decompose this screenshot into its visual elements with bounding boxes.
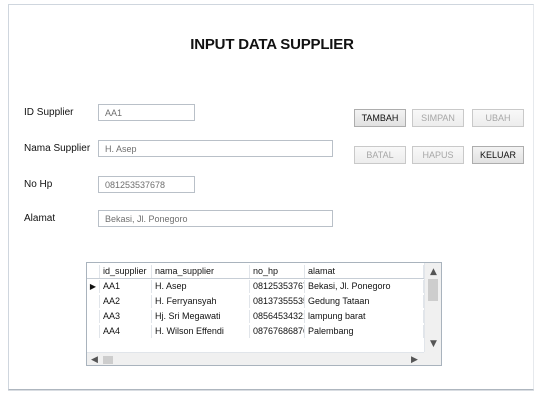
- table-cell[interactable]: H. Wilson Effendi: [152, 325, 250, 338]
- vertical-scroll-thumb[interactable]: [428, 279, 438, 301]
- table-cell[interactable]: 085645343219: [250, 310, 305, 323]
- table-header-row: id_supplier nama_supplier no_hp alamat: [87, 265, 424, 279]
- horizontal-scrollbar[interactable]: ◀ ▶: [87, 352, 424, 365]
- batal-button[interactable]: BATAL: [354, 146, 406, 164]
- scroll-right-arrow-icon[interactable]: ▶: [411, 355, 418, 365]
- tambah-button[interactable]: TAMBAH: [354, 109, 406, 127]
- keluar-button[interactable]: KELUAR: [472, 146, 524, 164]
- alamat-input[interactable]: Bekasi, Jl. Ponegoro: [98, 210, 333, 227]
- vertical-scrollbar[interactable]: ▲ ▼: [424, 263, 441, 353]
- table-cell[interactable]: lampung barat: [305, 310, 424, 323]
- row-header[interactable]: [87, 325, 100, 338]
- table-row[interactable]: AA2 H. Ferryansyah 081373555351 Gedung T…: [87, 295, 424, 308]
- table-cell[interactable]: H. Asep: [152, 280, 250, 293]
- row-header-corner: [87, 265, 100, 278]
- table-cell[interactable]: AA3: [100, 310, 152, 323]
- supplier-table[interactable]: id_supplier nama_supplier no_hp alamat ▶…: [86, 262, 442, 366]
- hapus-button[interactable]: HAPUS: [412, 146, 464, 164]
- table-cell[interactable]: Gedung Tataan: [305, 295, 424, 308]
- label-no-hp: No Hp: [24, 179, 53, 190]
- label-alamat: Alamat: [24, 213, 56, 224]
- scroll-left-arrow-icon[interactable]: ◀: [91, 355, 98, 365]
- table-cell[interactable]: Hj. Sri Megawati: [152, 310, 250, 323]
- table-row[interactable]: ▶ AA1 H. Asep 081253537678 Bekasi, Jl. P…: [87, 280, 424, 293]
- scroll-up-arrow-icon[interactable]: ▲: [430, 267, 437, 277]
- table-cell[interactable]: Bekasi, Jl. Ponegoro: [305, 280, 424, 293]
- table-cell[interactable]: AA2: [100, 295, 152, 308]
- table-cell[interactable]: AA1: [100, 280, 152, 293]
- table-row[interactable]: AA4 H. Wilson Effendi 087676868769 Palem…: [87, 325, 424, 338]
- table-cell[interactable]: 081373555351: [250, 295, 305, 308]
- horizontal-scroll-thumb[interactable]: [103, 356, 113, 364]
- scroll-down-arrow-icon[interactable]: ▼: [430, 339, 437, 349]
- table-cell[interactable]: H. Ferryansyah: [152, 295, 250, 308]
- label-nama-supplier: Nama Supplier: [24, 143, 91, 154]
- label-id-supplier: ID Supplier: [24, 107, 74, 118]
- table-cell[interactable]: AA4: [100, 325, 152, 338]
- table-cell[interactable]: 081253537678: [250, 280, 305, 293]
- column-header-no-hp[interactable]: no_hp: [250, 265, 305, 278]
- no-hp-input[interactable]: 081253537678: [98, 176, 195, 193]
- ubah-button[interactable]: UBAH: [472, 109, 524, 127]
- nama-supplier-input[interactable]: H. Asep: [98, 140, 333, 157]
- scrollbar-corner: [424, 352, 441, 365]
- form-title: INPUT DATA SUPPLIER: [190, 36, 354, 53]
- column-header-id-supplier[interactable]: id_supplier: [100, 265, 152, 278]
- row-header[interactable]: [87, 310, 100, 323]
- column-header-alamat[interactable]: alamat: [305, 265, 424, 278]
- table-cell[interactable]: 087676868769: [250, 325, 305, 338]
- table-row[interactable]: AA3 Hj. Sri Megawati 085645343219 lampun…: [87, 310, 424, 323]
- current-row-marker-icon: ▶: [87, 280, 100, 293]
- id-supplier-input[interactable]: AA1: [98, 104, 195, 121]
- row-header[interactable]: [87, 295, 100, 308]
- simpan-button[interactable]: SIMPAN: [412, 109, 464, 127]
- table-cell[interactable]: Palembang: [305, 325, 424, 338]
- column-header-nama-supplier[interactable]: nama_supplier: [152, 265, 250, 278]
